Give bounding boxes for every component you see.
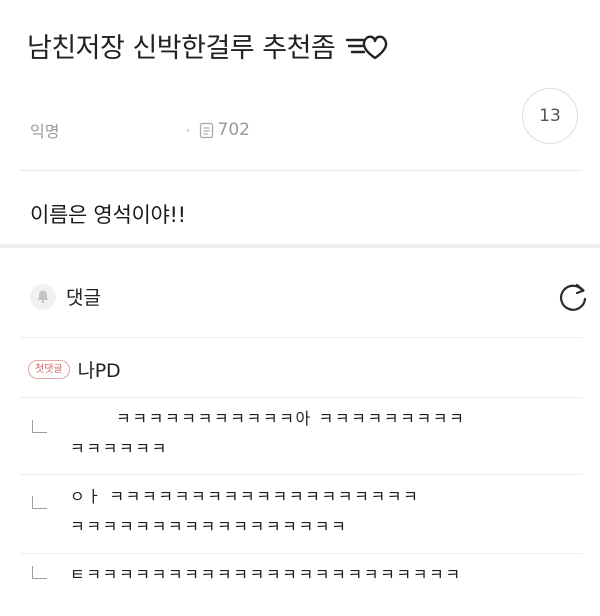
post-meta: 익명 · 702 — [30, 118, 250, 142]
divider — [20, 553, 582, 554]
reply-line: ㅇㅏ ㅋㅋㅋㅋㅋㅋㅋㅋㅋㅋㅋㅋㅋㅋㅋㅋㅋㅋㅋ — [70, 487, 420, 506]
divider — [20, 474, 582, 475]
reply-arrow-icon — [32, 420, 47, 433]
post-views: 702 — [217, 120, 250, 140]
reply-arrow-icon — [32, 496, 47, 509]
divider — [20, 397, 582, 398]
speeding-heart-icon — [346, 35, 388, 59]
reply-text: ㅌㅋㅋㅋㅋㅋㅋㅋㅋㅋㅋㅋㅋㅋㅋㅋㅋㅋㅋㅋㅋㅋㅋㅋ — [70, 560, 550, 590]
reply-text: ㅇㅏ ㅋㅋㅋㅋㅋㅋㅋㅋㅋㅋㅋㅋㅋㅋㅋㅋㅋㅋㅋ ㅋㅋㅋㅋㅋㅋㅋㅋㅋㅋㅋㅋㅋㅋㅋㅋㅋ — [70, 482, 550, 542]
post-title-row: 남친저장 신박한걸루 추천좀 — [27, 26, 580, 65]
reply-item[interactable]: ㅋㅋㅋㅋㅋㅋㅋㅋㅋㅋㅋ아 ㅋㅋㅋㅋㅋㅋㅋㅋㅋ ㅋㅋㅋㅋㅋㅋ — [32, 404, 580, 466]
comments-label: 댓글 — [66, 287, 101, 309]
meta-separator-dot: · — [185, 120, 191, 140]
comment-item[interactable]: 첫댓글 나PD — [28, 356, 121, 383]
reply-text: ㅋㅋㅋㅋㅋㅋㅋㅋㅋㅋㅋ아 ㅋㅋㅋㅋㅋㅋㅋㅋㅋ ㅋㅋㅋㅋㅋㅋ — [70, 404, 550, 464]
reply-line: ㅋㅋㅋㅋㅋㅋ — [70, 439, 168, 458]
reply-line: ㅋㅋㅋㅋㅋㅋㅋㅋㅋㅋㅋ아 ㅋㅋㅋㅋㅋㅋㅋㅋㅋ — [116, 409, 466, 428]
comments-header: 댓글 — [30, 283, 101, 310]
reply-arrow-icon — [32, 566, 47, 579]
bell-icon[interactable] — [30, 283, 56, 310]
reply-line: ㅋㅋㅋㅋㅋㅋㅋㅋㅋㅋㅋㅋㅋㅋㅋㅋㅋ — [70, 517, 348, 536]
section-divider — [0, 244, 600, 248]
reply-item[interactable]: ㅌㅋㅋㅋㅋㅋㅋㅋㅋㅋㅋㅋㅋㅋㅋㅋㅋㅋㅋㅋㅋㅋㅋㅋ — [32, 562, 580, 596]
first-comment-badge: 첫댓글 — [28, 360, 70, 379]
reply-item[interactable]: ㅇㅏ ㅋㅋㅋㅋㅋㅋㅋㅋㅋㅋㅋㅋㅋㅋㅋㅋㅋㅋㅋ ㅋㅋㅋㅋㅋㅋㅋㅋㅋㅋㅋㅋㅋㅋㅋㅋㅋ — [32, 482, 580, 544]
post-author: 익명 — [30, 122, 60, 141]
reply-line: ㅌㅋㅋㅋㅋㅋㅋㅋㅋㅋㅋㅋㅋㅋㅋㅋㅋㅋㅋㅋㅋㅋㅋㅋ — [70, 565, 462, 584]
refresh-icon[interactable] — [556, 280, 590, 314]
divider — [20, 337, 582, 338]
document-icon — [199, 122, 213, 138]
divider — [20, 170, 582, 171]
comment-author: 나PD — [77, 360, 121, 382]
post-title: 남친저장 신박한걸루 추천좀 — [27, 33, 336, 64]
post-body: 이름은 영석이야!! — [30, 203, 186, 227]
comment-count-button[interactable]: 13 — [522, 88, 578, 144]
